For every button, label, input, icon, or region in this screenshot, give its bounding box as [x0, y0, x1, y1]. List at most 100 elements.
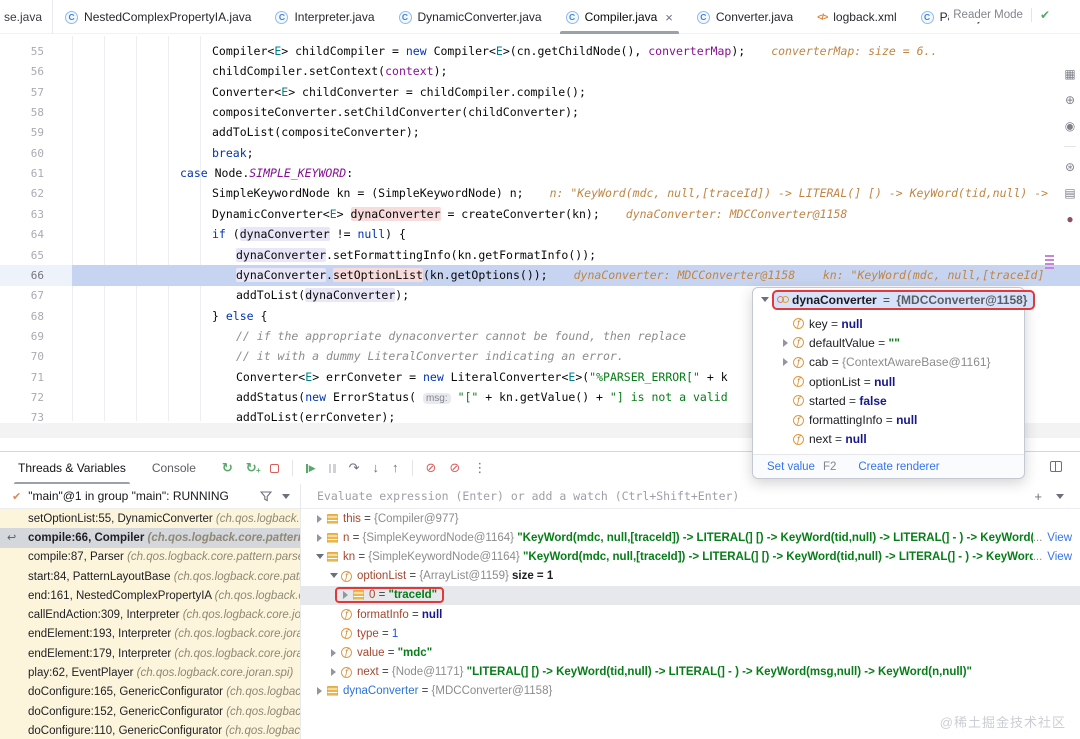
resume-icon[interactable]: ▶: [305, 463, 316, 474]
inspections-ok-icon[interactable]: ✔: [1040, 8, 1050, 22]
line-number[interactable]: 57: [0, 82, 44, 103]
code-line-64[interactable]: 64 if (dynaConverter != null) {: [0, 224, 1080, 245]
line-number[interactable]: 66: [0, 265, 44, 286]
line-number[interactable]: 62: [0, 183, 44, 204]
line-number[interactable]: 59: [0, 122, 44, 143]
code-line-60[interactable]: 60 break;: [0, 143, 1080, 164]
reader-mode-label[interactable]: Reader Mode: [953, 9, 1023, 21]
notes-icon[interactable]: ▤: [1064, 187, 1075, 199]
line-number[interactable]: 69: [0, 326, 44, 347]
stop-icon[interactable]: [269, 463, 279, 473]
line-number[interactable]: 65: [0, 245, 44, 266]
variable-row-0[interactable]: 0 = "traceId": [301, 585, 1080, 605]
build-icon[interactable]: ▦: [1064, 68, 1075, 80]
code-line-62[interactable]: 62 SimpleKeywordNode kn = (SimpleKeywordN…: [0, 183, 1080, 204]
code-line-66[interactable]: 66 dynaConverter.setOptionList(kn.getOpti…: [0, 264, 1080, 286]
tab-Interpreter.java[interactable]: C Interpreter.java: [263, 0, 386, 34]
line-number[interactable]: 64: [0, 224, 44, 245]
chevron-collapsed-icon[interactable]: [779, 338, 793, 347]
popup-field-optionList[interactable]: optionList = null: [753, 372, 1024, 391]
step-into-icon[interactable]: ↓: [373, 461, 380, 475]
tab-console[interactable]: Console: [148, 452, 200, 484]
step-over-icon[interactable]: ↷: [349, 461, 360, 475]
line-number[interactable]: 63: [0, 204, 44, 225]
variable-row-optionList[interactable]: optionList = {ArrayList@1159} size = 1: [301, 567, 1080, 586]
code-line-56[interactable]: 56 childCompiler.setContext(context);: [0, 61, 1080, 82]
frame-row[interactable]: doConfigure:110, GenericConfigurator (ch…: [0, 721, 300, 739]
line-number[interactable]: 58: [0, 102, 44, 123]
chevron-collapsed-icon[interactable]: [327, 648, 341, 657]
chevron-down-icon[interactable]: [1056, 493, 1064, 503]
line-number[interactable]: 70: [0, 346, 44, 367]
mute-breakpoints-icon[interactable]: ⊘: [449, 461, 460, 475]
chevron-collapsed-icon[interactable]: [779, 358, 793, 367]
variable-row-type[interactable]: type = 1: [301, 624, 1080, 643]
tab-Compiler.java[interactable]: C Compiler.java ×: [554, 0, 685, 34]
line-number[interactable]: 68: [0, 306, 44, 327]
frame-row[interactable]: start:84, PatternLayoutBase (ch.qos.logb…: [0, 567, 300, 586]
variable-row-this[interactable]: this = {Compiler@977}: [301, 509, 1080, 528]
create-renderer-link[interactable]: Create renderer: [858, 461, 939, 473]
code-line-61[interactable]: 61 case Node.SIMPLE_KEYWORD:: [0, 163, 1080, 184]
chevron-expanded-icon[interactable]: [313, 551, 327, 563]
frame-row[interactable]: doConfigure:152, GenericConfigurator (ch…: [0, 702, 300, 721]
frame-row[interactable]: play:62, EventPlayer (ch.qos.logback.cor…: [0, 663, 300, 682]
endpoints-icon[interactable]: ⊕: [1065, 94, 1075, 106]
line-number[interactable]: 60: [0, 143, 44, 164]
pause-icon[interactable]: [328, 463, 336, 473]
frame-row[interactable]: doConfigure:165, GenericConfigurator (ch…: [0, 683, 300, 702]
popup-field-started[interactable]: started = false: [753, 391, 1024, 410]
view-link[interactable]: View: [1047, 532, 1072, 544]
tab-logback.xml[interactable]: </> logback.xml: [805, 0, 908, 34]
chevron-collapsed-icon[interactable]: [313, 514, 327, 523]
popup-field-defaultValue[interactable]: defaultValue = "": [753, 333, 1024, 352]
frame-row[interactable]: endElement:179, Interpreter (ch.qos.logb…: [0, 644, 300, 663]
line-number[interactable]: 72: [0, 387, 44, 408]
set-value-link[interactable]: Set value: [767, 461, 815, 473]
tab-Converter.java[interactable]: C Converter.java: [685, 0, 805, 34]
code-line-63[interactable]: 63 DynamicConverter<E> dynaConverter = cr…: [0, 204, 1080, 225]
chevron-down-icon[interactable]: [282, 493, 290, 503]
layout-icon[interactable]: [1050, 461, 1062, 472]
popup-header-row[interactable]: dynaConverter = {MDCConverter@1158}: [753, 288, 1036, 311]
more-icon[interactable]: ⋮: [473, 461, 486, 475]
view-link[interactable]: View: [1047, 551, 1072, 563]
popup-field-cab[interactable]: cab = {ContextAwareBase@1161}: [753, 353, 1024, 372]
variable-row-dynaConverter[interactable]: dynaConverter = {MDCConverter@1158}: [301, 682, 1080, 701]
frame-row[interactable]: ↩ compile:66, Compiler (ch.qos.logback.co…: [0, 528, 300, 548]
tab-se.java[interactable]: se.java: [0, 0, 54, 34]
line-number[interactable]: 67: [0, 285, 44, 306]
frame-row[interactable]: setOptionList:55, DynamicConverter (ch.q…: [0, 509, 300, 528]
tab-threads-variables[interactable]: Threads & Variables: [14, 452, 130, 484]
rerun-icon[interactable]: ↻: [222, 461, 233, 475]
bean-icon[interactable]: ◉: [1065, 120, 1075, 132]
add-watch-icon[interactable]: +: [1034, 489, 1042, 504]
frame-row[interactable]: endElement:193, Interpreter (ch.qos.logb…: [0, 625, 300, 644]
chevron-expanded-icon[interactable]: [327, 570, 341, 582]
frame-row[interactable]: compile:87, Parser (ch.qos.logback.core.…: [0, 548, 300, 567]
close-icon[interactable]: ×: [665, 10, 673, 25]
line-number[interactable]: 55: [0, 41, 44, 62]
chevron-collapsed-icon[interactable]: [339, 591, 353, 600]
gradle-icon[interactable]: ⊛: [1065, 161, 1075, 173]
chevron-collapsed-icon[interactable]: [313, 533, 327, 542]
tab-NestedComplexPropertyIA.java[interactable]: C NestedComplexPropertyIA.java: [53, 0, 263, 34]
step-out-icon[interactable]: ↑: [392, 461, 399, 475]
popup-field-formattingInfo[interactable]: formattingInfo = null: [753, 410, 1024, 429]
line-number[interactable]: 71: [0, 367, 44, 388]
rerun-coverage-icon[interactable]: ↻ +: [246, 461, 261, 476]
popup-field-next[interactable]: next = null: [753, 430, 1024, 449]
code-line-55[interactable]: 55 Compiler<E> childCompiler = new Compil…: [0, 41, 1080, 62]
profiler-icon[interactable]: ●: [1066, 213, 1073, 225]
popup-field-key[interactable]: key = null: [753, 314, 1024, 333]
variable-row-next[interactable]: next = {Node@1171} "LITERAL(] [) -> KeyW…: [301, 663, 1080, 682]
code-line-57[interactable]: 57 Converter<E> childConverter = childCom…: [0, 82, 1080, 103]
tab-DynamicConverter.java[interactable]: C DynamicConverter.java: [387, 0, 554, 34]
chevron-expanded-icon[interactable]: [758, 294, 772, 306]
thread-selector[interactable]: ✔ "main"@1 in group "main": RUNNING: [0, 484, 300, 509]
line-number[interactable]: 61: [0, 163, 44, 184]
variable-row-kn[interactable]: kn = {SimpleKeywordNode@1164} "KeyWord(m…: [301, 547, 1080, 566]
variable-row-formatInfo[interactable]: formatInfo = null: [301, 605, 1080, 624]
view-breakpoints-icon[interactable]: ⊘: [426, 461, 437, 475]
code-line-59[interactable]: 59 addToList(compositeConverter);: [0, 122, 1080, 143]
